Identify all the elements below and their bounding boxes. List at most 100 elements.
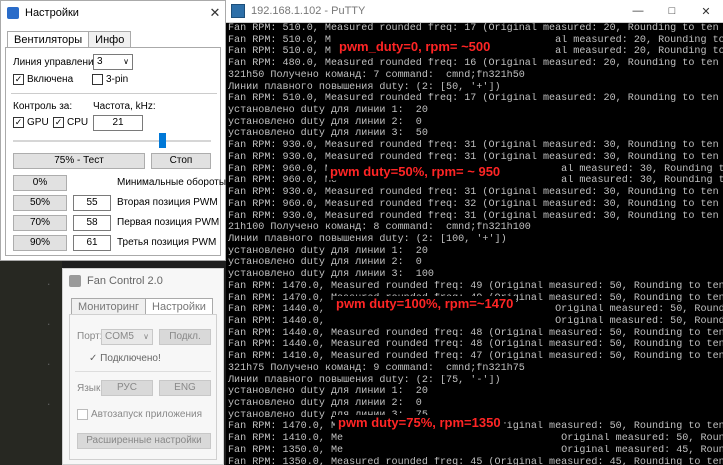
terminal-line: Fan RPM: 1410.0, Measured rounded freq: … — [228, 351, 723, 363]
terminal-line: Fan RPM: 1350.0, Measured rounded freq: … — [228, 456, 723, 465]
position-2-label: Вторая позиция PWM — [117, 197, 218, 208]
autostart-checkbox[interactable] — [77, 409, 88, 420]
lang-en-button[interactable]: ENG — [159, 380, 211, 396]
terminal-output[interactable]: Fan RPM: 510.0, Measured rounded freq: 1… — [228, 23, 723, 465]
line-label: Линия управления: — [13, 57, 102, 68]
position-1-label: Первая позиция PWM — [117, 217, 220, 228]
annotation-duty-100: pwm duty=100%, rpm=~1470 — [333, 296, 517, 312]
terminal-line: установлено duty для линии 2: 0 — [228, 398, 422, 409]
terminal-line: Fan RPM: 1470.0, Measured rounded freq: … — [228, 280, 723, 292]
position-2-input[interactable]: 55 — [73, 195, 111, 211]
putty-title: 192.168.1.102 - PuTTY — [251, 5, 366, 17]
terminal-line: Fan RPM: 930.0, Measured rounded freq: 3… — [228, 210, 723, 222]
putty-app-icon — [231, 4, 245, 18]
tab-fans[interactable]: Вентиляторы — [7, 31, 90, 48]
gutter-marker: · — [46, 280, 52, 290]
cpu-checkbox[interactable]: ✓ — [53, 117, 64, 128]
terminal-line: Fan RPM: 930.0, Measured rounded freq: 3… — [228, 187, 723, 199]
annotation-duty-75: pwm duty=75%, rpm=1350 — [335, 415, 504, 431]
connect-button[interactable]: Подкл. — [159, 329, 211, 345]
terminal-line: Fan RPM: 1440.0, Measured rounded freq: … — [228, 327, 723, 339]
terminal-line: Fan RPM: 1440.0, Original measured: 50, … — [228, 315, 723, 327]
terminal-line: Fan RPM: 930.0, Measured rounded freq: 3… — [228, 140, 723, 152]
autostart-label: Автозапуск приложения — [91, 409, 203, 420]
gutter-marker: · — [46, 400, 52, 410]
close-icon[interactable]: ✕ — [205, 5, 225, 21]
position-3-button[interactable]: 90% — [13, 235, 67, 251]
annotation-duty-50: pwm duty=50%, rpm= ~ 950 — [327, 164, 504, 180]
fancontrol-window[interactable]: Fan Control 2.0 Мониторинг Настройки Пор… — [62, 268, 224, 465]
position-1-button[interactable]: 70% — [13, 215, 67, 231]
tab-monitoring[interactable]: Мониторинг — [71, 298, 147, 315]
gpu-checkbox[interactable]: ✓ — [13, 117, 24, 128]
terminal-line: Fan RPM: 510.0, Measured rounded freq: 1… — [228, 93, 723, 105]
gutter-marker: · — [46, 360, 52, 370]
slider-track[interactable] — [13, 140, 211, 142]
terminal-line: установлено duty для линии 3: 100 — [228, 269, 434, 281]
terminal-line: 21h100 Получено команд: 8 command: cmnd;… — [228, 222, 531, 234]
position-1-input[interactable]: 58 — [73, 215, 111, 231]
terminal-line: 321h75 Получено команд: 9 command: cmnd;… — [228, 362, 525, 374]
lang-ru-button[interactable]: РУС — [101, 380, 153, 396]
position-3-input[interactable]: 61 — [73, 235, 111, 251]
tab-fc-settings[interactable]: Настройки — [145, 298, 213, 315]
divider — [75, 371, 211, 372]
terminal-line: установлено duty для линии 3: 50 — [228, 128, 428, 140]
fancontrol-titlebar[interactable]: Fan Control 2.0 — [63, 269, 223, 293]
gpu-label: GPU — [27, 117, 49, 128]
fancontrol-app-icon — [69, 275, 81, 287]
advanced-settings-button[interactable]: Расширенные настройки — [77, 433, 211, 449]
tab-info[interactable]: Инфо — [88, 31, 132, 48]
terminal-line: Линии плавного повышения duty: (2: [75, … — [228, 374, 501, 386]
terminal-line: Линии плавного повышения duty: (2: [100,… — [228, 233, 507, 245]
terminal-line: установлено duty для линии 2: 0 — [228, 116, 422, 128]
fancontrol-title: Fan Control 2.0 — [87, 275, 163, 287]
settings-window[interactable]: Настройки ✕ Вентиляторы Инфо Линия управ… — [0, 0, 226, 261]
terminal-line: установлено duty для линии 1: 20 — [228, 386, 428, 398]
freq-input[interactable]: 21 — [93, 115, 143, 131]
connected-text: Подключено! — [100, 353, 161, 364]
terminal-line: Линии плавного повышения duty: (2: [50, … — [228, 81, 501, 93]
language-label: Язык: — [77, 383, 104, 394]
settings-titlebar[interactable]: Настройки ✕ — [1, 1, 225, 25]
port-select[interactable]: COM5 ∨ — [101, 329, 153, 345]
close-button[interactable]: ✕ — [689, 5, 723, 18]
test-button[interactable]: 75% - Тест — [13, 153, 145, 169]
threepin-checkbox[interactable] — [92, 74, 103, 85]
control-label: Контроль за: — [13, 101, 73, 112]
gutter-marker: · — [46, 320, 52, 330]
position-3-label: Третья позиция PWM — [117, 237, 217, 248]
min-speed-button[interactable]: 0% — [13, 175, 67, 191]
annotation-duty-0: pwm_duty=0, rpm= ~500 — [336, 39, 494, 55]
putty-titlebar[interactable]: 192.168.1.102 - PuTTY — □ ✕ — [226, 0, 723, 23]
terminal-line: установлено duty для линии 1: 20 — [228, 105, 428, 117]
min-speed-label: Минимальные обороты — [117, 177, 227, 188]
terminal-line: Fan RPM: 510.0, Measured rounded freq: 1… — [228, 23, 723, 34]
terminal-line: Fan RPM: 1440.0, Measured rounded freq: … — [228, 339, 723, 351]
cpu-label: CPU — [67, 117, 89, 128]
port-label: Порт: — [77, 331, 103, 342]
terminal-line: установлено duty для линии 2: 0 — [228, 257, 422, 269]
freq-label: Частота, kHz: — [93, 101, 156, 112]
slider-thumb[interactable] — [158, 133, 166, 148]
enabled-label: Включена — [27, 74, 74, 85]
maximize-button[interactable]: □ — [655, 5, 689, 17]
connected-status: ✓ Подключено! — [89, 353, 161, 364]
divider — [11, 93, 217, 94]
terminal-line: 321h50 Получено команд: 7 command: cmnd;… — [228, 69, 525, 81]
terminal-line: Fan RPM: 480.0, Measured rounded freq: 1… — [228, 58, 723, 70]
chevron-down-icon: ∨ — [143, 332, 149, 341]
enabled-checkbox[interactable]: ✓ — [13, 74, 24, 85]
line-select[interactable]: 3 ∨ — [93, 54, 133, 70]
putty-window[interactable]: 192.168.1.102 - PuTTY — □ ✕ Fan RPM: 510… — [226, 0, 723, 465]
position-2-button[interactable]: 50% — [13, 195, 67, 211]
terminal-line: Fan RPM: 960.0, Measured rounded freq: 3… — [228, 198, 723, 210]
stop-button[interactable]: Стоп — [151, 153, 211, 169]
chevron-down-icon: ∨ — [123, 57, 129, 66]
terminal-line: Fan RPM: 1410.0, Me Original measured: 5… — [228, 433, 723, 445]
minimize-button[interactable]: — — [621, 5, 655, 17]
editor-gutter: · · · · — [0, 258, 62, 465]
line-select-value: 3 — [97, 56, 103, 67]
port-select-value: COM5 — [105, 331, 134, 342]
settings-title: Настройки — [25, 7, 79, 19]
